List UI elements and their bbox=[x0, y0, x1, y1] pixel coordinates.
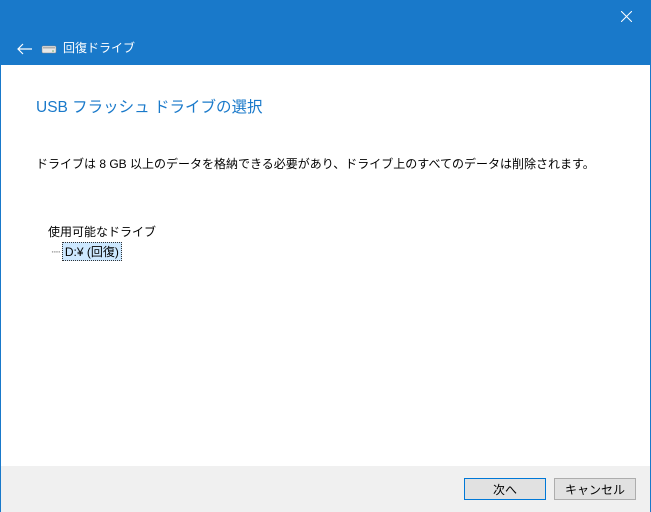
drives-tree: ⸱⸱⸱⸱ D:¥ (回復) bbox=[51, 242, 610, 261]
next-button[interactable]: 次へ bbox=[464, 478, 546, 500]
back-button[interactable] bbox=[15, 39, 35, 59]
close-icon bbox=[621, 11, 632, 22]
content-area: USB フラッシュ ドライブの選択 ドライブは 8 GB 以上のデータを格納でき… bbox=[1, 65, 650, 465]
drive-icon bbox=[41, 41, 57, 55]
page-heading: USB フラッシュ ドライブの選択 bbox=[36, 95, 610, 117]
footer-bar: 次へ キャンセル bbox=[1, 466, 650, 512]
description-text: ドライブは 8 GB 以上のデータを格納できる必要があり、ドライブ上のすべてのデ… bbox=[36, 155, 610, 173]
window-title-wrap: 回復ドライブ bbox=[41, 39, 135, 56]
drive-entry[interactable]: D:¥ (回復) bbox=[62, 242, 122, 261]
cancel-button[interactable]: キャンセル bbox=[554, 478, 636, 500]
drives-section: 使用可能なドライブ ⸱⸱⸱⸱ D:¥ (回復) bbox=[48, 223, 610, 261]
drives-label: 使用可能なドライブ bbox=[48, 223, 610, 240]
close-button[interactable] bbox=[602, 1, 650, 31]
back-arrow-icon bbox=[17, 43, 33, 55]
titlebar: 回復ドライブ bbox=[1, 1, 650, 65]
tree-item: ⸱⸱⸱⸱ D:¥ (回復) bbox=[51, 242, 610, 261]
window-title: 回復ドライブ bbox=[63, 39, 135, 56]
tree-connector-icon: ⸱⸱⸱⸱ bbox=[51, 243, 60, 260]
